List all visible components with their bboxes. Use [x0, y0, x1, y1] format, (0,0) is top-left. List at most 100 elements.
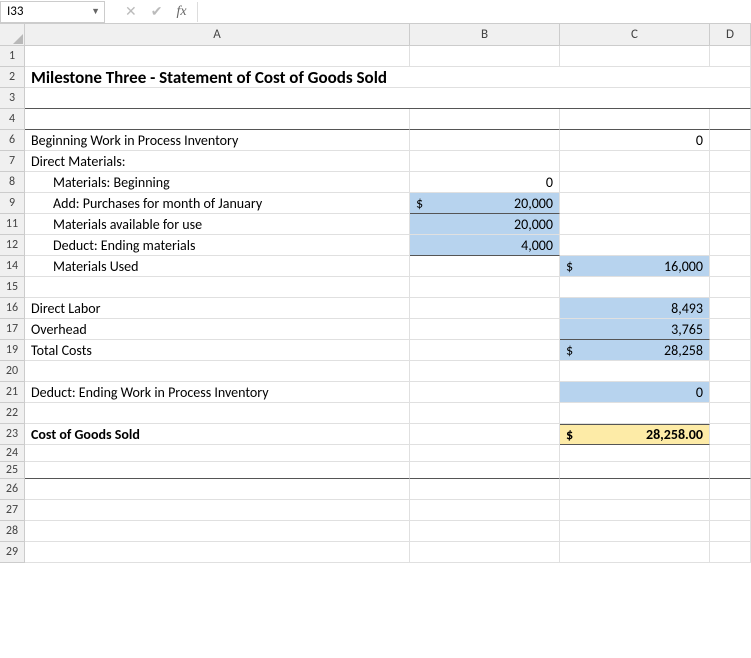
cell[interactable]	[25, 500, 410, 521]
cell[interactable]	[25, 542, 410, 563]
cell[interactable]: Add: Purchases for month of January	[25, 193, 410, 214]
cell[interactable]: Direct Materials:	[25, 151, 410, 172]
cell[interactable]	[560, 193, 710, 214]
cell[interactable]	[710, 172, 751, 193]
row-header[interactable]: 19	[0, 340, 25, 361]
cell[interactable]: 0	[560, 382, 710, 403]
row-header[interactable]: 6	[0, 130, 25, 151]
cell[interactable]	[560, 361, 710, 382]
cell[interactable]	[25, 462, 410, 479]
cell[interactable]	[560, 521, 710, 542]
row-header[interactable]: 1	[0, 46, 25, 67]
cell[interactable]	[710, 462, 751, 479]
row-header[interactable]: 26	[0, 479, 25, 500]
cell[interactable]: Beginning Work in Process Inventory	[25, 130, 410, 151]
col-header[interactable]: C	[560, 24, 710, 46]
cell[interactable]	[410, 130, 560, 151]
cell[interactable]	[710, 214, 751, 235]
cell[interactable]	[410, 382, 560, 403]
cell[interactable]	[25, 445, 410, 462]
cell[interactable]: Materials available for use	[25, 214, 410, 235]
cell[interactable]	[710, 193, 751, 214]
cell[interactable]	[410, 151, 560, 172]
cell[interactable]	[410, 521, 560, 542]
cell[interactable]: $28,258.00	[560, 424, 710, 445]
cell[interactable]: Direct Labor	[25, 298, 410, 319]
cell[interactable]	[410, 462, 560, 479]
row-header[interactable]: 17	[0, 319, 25, 340]
row-header[interactable]: 4	[0, 109, 25, 130]
cell[interactable]: Materials: Beginning	[25, 172, 410, 193]
cell[interactable]: Cost of Goods Sold	[25, 424, 410, 445]
cell[interactable]	[710, 235, 751, 256]
cell[interactable]	[25, 109, 410, 130]
cell[interactable]: Total Costs	[25, 340, 410, 361]
cell[interactable]: 20,000	[410, 214, 560, 235]
row-header[interactable]: 2	[0, 67, 25, 88]
cell[interactable]	[560, 500, 710, 521]
cell[interactable]	[560, 445, 710, 462]
cell[interactable]: Materials Used	[25, 256, 410, 277]
cell[interactable]	[710, 319, 751, 340]
cell[interactable]	[410, 479, 560, 500]
cell[interactable]: $28,258	[560, 340, 710, 361]
cell[interactable]	[25, 479, 410, 500]
cell[interactable]	[560, 214, 710, 235]
row-header[interactable]: 15	[0, 277, 25, 298]
cell[interactable]	[410, 445, 560, 462]
cell[interactable]	[25, 403, 410, 424]
cell[interactable]	[710, 521, 751, 542]
cell[interactable]	[710, 277, 751, 298]
cell[interactable]: 4,000	[410, 235, 560, 256]
cell[interactable]	[410, 403, 560, 424]
row-header[interactable]: 3	[0, 88, 25, 109]
cell[interactable]: Deduct: Ending Work in Process Inventory	[25, 382, 410, 403]
cell[interactable]: Deduct: Ending materials	[25, 235, 410, 256]
cell[interactable]	[560, 235, 710, 256]
row-header[interactable]: 28	[0, 521, 25, 542]
row-header[interactable]: 21	[0, 382, 25, 403]
spreadsheet-grid[interactable]: A B C D 1 2 Milestone Three - Statement …	[0, 24, 751, 563]
cell[interactable]	[710, 403, 751, 424]
cell[interactable]: Overhead	[25, 319, 410, 340]
cell[interactable]	[710, 424, 751, 445]
fx-icon[interactable]: fx	[176, 4, 186, 20]
cell[interactable]	[710, 109, 751, 130]
cell[interactable]	[560, 479, 710, 500]
cell[interactable]: $20,000	[410, 193, 560, 214]
cell[interactable]	[560, 172, 710, 193]
cell[interactable]	[410, 340, 560, 361]
cell[interactable]: 0	[560, 130, 710, 151]
cell[interactable]: 8,493	[560, 298, 710, 319]
col-header[interactable]: A	[25, 24, 410, 46]
col-header[interactable]: B	[410, 24, 560, 46]
cell[interactable]	[25, 46, 410, 67]
cell[interactable]	[710, 46, 751, 67]
cell[interactable]	[25, 277, 410, 298]
cell[interactable]	[410, 109, 560, 130]
chevron-down-icon[interactable]: ▼	[91, 6, 100, 17]
row-header[interactable]: 29	[0, 542, 25, 563]
cell[interactable]: $16,000	[560, 256, 710, 277]
cell[interactable]	[410, 319, 560, 340]
row-header[interactable]: 16	[0, 298, 25, 319]
cell[interactable]	[710, 542, 751, 563]
title-cell[interactable]: Milestone Three - Statement of Cost of G…	[25, 67, 751, 88]
row-header[interactable]: 11	[0, 214, 25, 235]
cell[interactable]	[25, 88, 751, 109]
cell[interactable]	[560, 403, 710, 424]
cell[interactable]	[710, 361, 751, 382]
cell[interactable]	[410, 361, 560, 382]
cell[interactable]	[560, 151, 710, 172]
row-header[interactable]: 8	[0, 172, 25, 193]
cell[interactable]	[410, 277, 560, 298]
cell[interactable]	[560, 277, 710, 298]
row-header[interactable]: 20	[0, 361, 25, 382]
col-header[interactable]: D	[710, 24, 751, 46]
cell[interactable]	[710, 479, 751, 500]
cell[interactable]	[710, 500, 751, 521]
cell[interactable]	[710, 298, 751, 319]
cell[interactable]	[410, 46, 560, 67]
select-all-corner[interactable]	[0, 24, 25, 46]
cell[interactable]	[560, 542, 710, 563]
